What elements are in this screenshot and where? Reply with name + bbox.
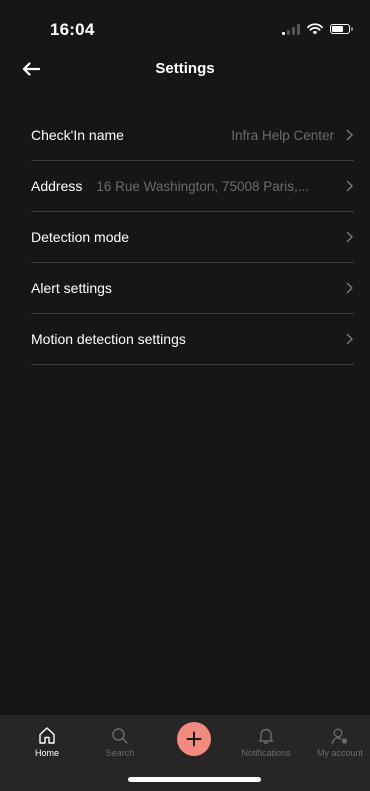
setting-motion-detection[interactable]: Motion detection settings (31, 314, 354, 365)
tab-search[interactable]: Search (90, 721, 150, 758)
plus-icon (186, 731, 202, 747)
chevron-right-icon (346, 231, 353, 243)
wifi-icon (307, 23, 323, 35)
status-bar: 16:04 (0, 0, 370, 54)
status-time: 16:04 (50, 20, 95, 39)
tab-home[interactable]: Home (17, 721, 77, 758)
tab-label: Home (34, 748, 59, 758)
nav-bar: Settings (0, 52, 370, 90)
setting-label: Motion detection settings (31, 331, 186, 347)
home-indicator (128, 777, 261, 782)
page-title: Settings (155, 60, 215, 77)
setting-label: Check'In name (31, 127, 124, 143)
setting-alert-settings[interactable]: Alert settings (31, 263, 354, 314)
setting-label: Alert settings (31, 280, 112, 296)
chevron-right-icon (346, 333, 353, 345)
battery-icon (330, 24, 353, 34)
search-icon (112, 728, 128, 744)
tab-bar: Home Search Notifications My account (0, 715, 370, 791)
setting-value: Infra Help Center (231, 127, 334, 143)
setting-address[interactable]: Address 16 Rue Washington, 75008 Paris,.… (31, 161, 354, 212)
tab-notifications[interactable]: Notifications (236, 721, 296, 758)
setting-label: Detection mode (31, 229, 130, 245)
tab-label: Notifications (241, 748, 291, 758)
bell-icon (258, 728, 274, 744)
status-icons (282, 23, 353, 35)
tab-label: My account (316, 748, 364, 758)
settings-list: Check'In name Infra Help Center Address … (31, 110, 354, 365)
tab-label: Search (105, 748, 135, 758)
setting-label: Address (31, 178, 83, 194)
setting-detection-mode[interactable]: Detection mode (31, 212, 354, 263)
home-icon (39, 727, 55, 744)
chevron-right-icon (346, 180, 353, 192)
chevron-right-icon (346, 282, 353, 294)
tab-my-account[interactable]: My account (310, 721, 370, 758)
chevron-right-icon (346, 129, 353, 141)
setting-value: 16 Rue Washington, 75008 Paris,... (96, 178, 309, 194)
add-button[interactable] (177, 722, 211, 756)
setting-checkin-name[interactable]: Check'In name Infra Help Center (31, 110, 354, 161)
cellular-signal-icon (282, 23, 300, 35)
account-icon (331, 728, 348, 745)
